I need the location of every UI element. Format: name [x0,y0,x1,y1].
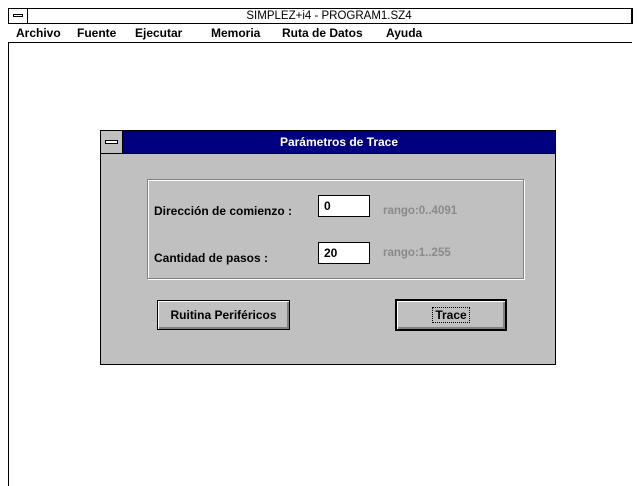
menu-ruta-de-datos[interactable]: Ruta de Datos [282,26,363,40]
dialog-title: Parámetros de Trace [279,135,399,149]
trace-button[interactable]: Trace [395,299,507,331]
peripherals-routine-button[interactable]: Ruitina Periféricos [157,300,290,330]
start-address-range: rango:0..4091 [383,205,458,217]
window-left-border [8,42,9,486]
steps-label: Cantidad de pasos : [154,251,269,265]
menu-memoria[interactable]: Memoria [211,26,260,40]
dialog-title-bar[interactable]: Parámetros de Trace [101,131,555,154]
menu-ayuda[interactable]: Ayuda [386,26,422,40]
trace-parameters-dialog: Parámetros de Trace Dirección de comienz… [100,130,556,365]
trace-button-label: Trace [432,307,470,323]
menu-fuente[interactable]: Fuente [77,26,116,40]
dialog-system-menu-icon[interactable] [101,131,123,153]
menu-ejecutar[interactable]: Ejecutar [135,26,182,40]
window-edge [632,8,640,24]
main-title-bar[interactable]: SIMPLEZ+i4 - PROGRAM1.SZ4 [8,8,632,24]
menu-bar: Archivo Fuente Ejecutar Memoria Ruta de … [8,24,632,43]
menu-archivo[interactable]: Archivo [16,26,61,40]
peripherals-routine-label: Ruitina Periféricos [170,308,277,322]
start-address-label: Dirección de comienzo : [154,204,293,218]
system-menu-icon[interactable] [9,9,28,23]
window-title: SIMPLEZ+i4 - PROGRAM1.SZ4 [246,10,412,22]
steps-input[interactable]: 20 [318,242,370,264]
steps-range: rango:1..255 [383,247,451,259]
start-address-input[interactable]: 0 [318,195,370,217]
